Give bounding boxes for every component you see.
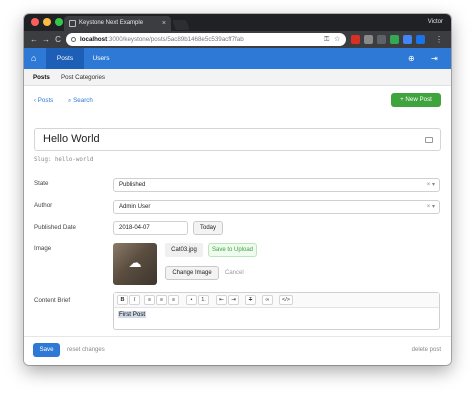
indent-button[interactable]: ⇥ bbox=[228, 295, 239, 305]
today-button[interactable]: Today bbox=[193, 221, 223, 235]
menu-icon[interactable]: ⋮ bbox=[434, 31, 444, 48]
close-window-button[interactable] bbox=[31, 18, 39, 26]
reset-changes-link[interactable]: reset changes bbox=[67, 343, 105, 357]
favicon-icon bbox=[69, 20, 76, 27]
field-label-content-brief: Content Brief bbox=[34, 297, 71, 304]
nav-tab-users[interactable]: Users bbox=[84, 48, 118, 69]
minimize-window-button[interactable] bbox=[43, 18, 51, 26]
extension-icon[interactable] bbox=[351, 35, 360, 44]
browser-tab-active[interactable]: Keystone Next Example × bbox=[64, 16, 171, 31]
signout-icon[interactable]: ⇥ bbox=[431, 48, 438, 69]
clear-icon[interactable]: × bbox=[427, 182, 431, 188]
tab-title: Keystone Next Example bbox=[79, 20, 144, 26]
bullet-list-button[interactable]: • bbox=[186, 295, 197, 305]
address-bar[interactable]: localhost:3000/keystone/posts/5ac89b1468… bbox=[66, 33, 346, 46]
form-footer: Save reset changes delete post bbox=[24, 336, 451, 365]
outdent-button[interactable]: ⇤ bbox=[216, 295, 227, 305]
url-path: :3000/keystone/posts/5ac89b1468e5c539acf… bbox=[107, 36, 244, 43]
sub-navbar: Posts Post Categories bbox=[24, 69, 451, 86]
author-value: Admin User bbox=[119, 204, 151, 210]
back-icon[interactable]: ← bbox=[29, 31, 39, 48]
upload-cloud-icon: ☁ bbox=[128, 255, 142, 270]
chevron-down-icon[interactable]: ▾ bbox=[432, 182, 435, 188]
state-value: Published bbox=[119, 182, 146, 188]
bold-button[interactable]: B bbox=[117, 295, 128, 305]
extension-icon[interactable] bbox=[416, 35, 425, 44]
align-center-button[interactable]: ≡ bbox=[156, 295, 167, 305]
change-image-button[interactable]: Change Image bbox=[165, 266, 219, 280]
search-link[interactable]: ⌕ Search bbox=[68, 96, 93, 106]
field-label-author: Author bbox=[34, 202, 53, 209]
content-brief-editor[interactable]: B I ≡ ≡ ≡ • 1. ⇤ ⇥ T ∞ </> First Post bbox=[113, 292, 440, 330]
forward-icon[interactable]: → bbox=[41, 31, 51, 48]
name-edit-icon[interactable] bbox=[425, 137, 433, 143]
field-label-image: Image bbox=[34, 245, 52, 252]
extension-icon[interactable] bbox=[403, 35, 412, 44]
align-left-button[interactable]: ≡ bbox=[144, 295, 155, 305]
chevron-down-icon[interactable]: ▾ bbox=[432, 204, 435, 210]
clear-icon[interactable]: × bbox=[427, 204, 431, 210]
link-button[interactable]: ∞ bbox=[262, 295, 273, 305]
subnav-item-post-categories[interactable]: Post Categories bbox=[61, 69, 105, 86]
app-navbar: ⌂ Posts Users ⊕ ⇥ bbox=[24, 48, 451, 69]
editor-content[interactable]: First Post bbox=[118, 311, 147, 318]
image-thumbnail[interactable]: ☁ bbox=[113, 243, 157, 285]
extension-icon[interactable] bbox=[377, 35, 386, 44]
info-icon[interactable] bbox=[71, 37, 76, 42]
state-select[interactable]: Published × ▾ bbox=[113, 178, 440, 192]
bookmark-star-icon[interactable]: ☆ bbox=[334, 33, 340, 46]
slug-text: Slug: hello-world bbox=[34, 157, 94, 163]
image-filename: Cat03.jpg bbox=[165, 243, 203, 257]
maximize-window-button[interactable] bbox=[55, 18, 63, 26]
browser-window: Keystone Next Example × Victor ← → C loc… bbox=[24, 14, 451, 365]
editor-toolbar: B I ≡ ≡ ≡ • 1. ⇤ ⇥ T ∞ </> bbox=[114, 293, 439, 308]
nav-tab-posts[interactable]: Posts bbox=[46, 48, 84, 69]
url-host: localhost bbox=[80, 36, 108, 43]
back-to-list-link[interactable]: ‹ Posts bbox=[34, 96, 53, 106]
align-right-button[interactable]: ≡ bbox=[168, 295, 179, 305]
globe-icon[interactable]: ⊕ bbox=[408, 48, 415, 69]
tab-close-icon[interactable]: × bbox=[162, 16, 166, 31]
name-value: Hello World bbox=[43, 133, 100, 145]
new-tab-button[interactable] bbox=[172, 20, 190, 30]
select-controls[interactable]: × ▾ bbox=[427, 201, 435, 213]
published-date-input[interactable]: 2018-04-07 bbox=[113, 221, 188, 235]
numbered-list-button[interactable]: 1. bbox=[198, 295, 209, 305]
key-icon[interactable]: ⚿ bbox=[324, 33, 329, 46]
delete-post-link[interactable]: delete post bbox=[412, 343, 441, 357]
extension-icon[interactable] bbox=[390, 35, 399, 44]
select-controls[interactable]: × ▾ bbox=[427, 179, 435, 191]
save-to-upload-badge: Save to Upload bbox=[208, 243, 257, 257]
save-button[interactable]: Save bbox=[33, 343, 60, 357]
clear-format-button[interactable]: T bbox=[245, 295, 256, 305]
field-label-state: State bbox=[34, 180, 49, 187]
source-code-button[interactable]: </> bbox=[279, 295, 293, 305]
cancel-image-link[interactable]: Cancel bbox=[225, 266, 244, 280]
extension-icon[interactable] bbox=[364, 35, 373, 44]
browser-toolbar: ← → C localhost:3000/keystone/posts/5ac8… bbox=[24, 31, 451, 48]
home-icon[interactable]: ⌂ bbox=[31, 48, 36, 69]
profile-name[interactable]: Victor bbox=[428, 14, 443, 31]
field-label-published-date: Published Date bbox=[34, 224, 76, 231]
browser-titlebar: Keystone Next Example × Victor bbox=[24, 14, 451, 31]
author-select[interactable]: Admin User × ▾ bbox=[113, 200, 440, 214]
reload-icon[interactable]: C bbox=[53, 31, 63, 48]
new-post-button[interactable]: + New Post bbox=[391, 93, 441, 107]
name-field[interactable]: Hello World bbox=[34, 128, 441, 151]
subnav-item-posts[interactable]: Posts bbox=[33, 69, 50, 86]
italic-button[interactable]: I bbox=[129, 295, 140, 305]
